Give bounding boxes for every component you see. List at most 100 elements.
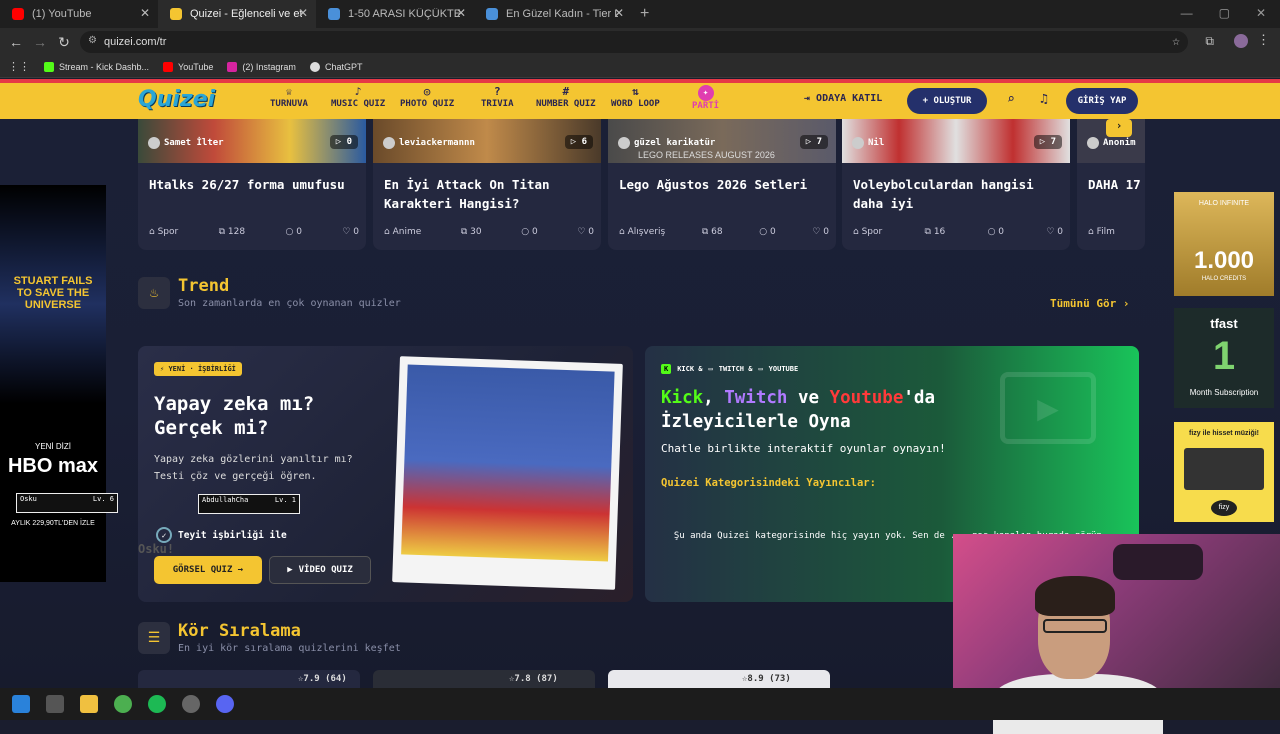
steam-icon[interactable]: [182, 695, 200, 713]
site-info-icon[interactable]: ⚙: [88, 35, 100, 47]
taskbar: [0, 688, 1280, 720]
close-tab-icon[interactable]: ✕: [456, 6, 466, 20]
rating: ☆7.9 (64): [298, 674, 347, 684]
nav-word-loop[interactable]: ⇅ WORD LOOP: [611, 85, 660, 109]
left-advertisement[interactable]: STUART FAILS TO SAVE THE UNIVERSE YENİ D…: [0, 185, 106, 582]
site-header: Quizei ♕ TURNUVA ♪ MUSIC QUIZ ◎ PHOTO QUIZ …: [0, 83, 1280, 119]
ai-card-description: Yapay zeka gözlerini yanıltır mı? Testi ç…: [154, 454, 353, 482]
create-button[interactable]: + OLUŞTUR: [907, 88, 987, 114]
profile-avatar[interactable]: [1234, 34, 1248, 48]
card-meta: ⌂ Spor ⧉ 128 ○ 0 ♡ 0: [149, 227, 359, 237]
category-tag: ⌂ Spor: [853, 227, 883, 237]
chatgpt-icon: [309, 61, 320, 72]
like-count: ♡ 0: [342, 227, 359, 237]
tab-quizei[interactable]: Quizei - Eğlenceli ve etkileşimli✕: [158, 0, 316, 28]
ranking-card[interactable]: ☆7.9 (64): [138, 670, 360, 688]
tab-youtube[interactable]: (1) YouTube ✕: [0, 0, 158, 28]
right-ad-tfast[interactable]: tfast 1 Month Subscription: [1174, 308, 1274, 408]
new-tab-button[interactable]: +: [640, 5, 649, 23]
tab-tier-list[interactable]: En Güzel Kadın - Tier List | Kör S✕: [474, 0, 632, 28]
url-input[interactable]: ⚙ quizei.com/tr: [80, 31, 1188, 53]
right-ad-halo[interactable]: HALO INFINITE 1.000 HALO CREDITS: [1174, 192, 1274, 296]
windows-start-icon[interactable]: [12, 695, 30, 713]
nav-number-quiz[interactable]: # NUMBER QUIZ: [536, 85, 596, 109]
play-count: ▷ 7: [1033, 135, 1062, 149]
tv-icon: ▶: [1000, 372, 1096, 444]
card-title: Htalks 26/27 forma umufusu: [149, 177, 345, 192]
quiz-card[interactable]: LEGO RELEASES AUGUST 2026 güzel karikatü…: [608, 119, 836, 250]
visual-quiz-button[interactable]: GÖRSEL QUIZ →: [154, 556, 262, 584]
quiz-card[interactable]: Nil ▷ 7 Voleybolculardan hangisi daha iy…: [842, 119, 1070, 250]
card-meta: ⌂ Alışveriş ⧉ 68 ○ 0 ♡ 0: [619, 227, 829, 237]
bookmark-kick[interactable]: Stream - Kick Dashb...: [44, 61, 149, 72]
search-icon[interactable]: ⌕: [1007, 92, 1015, 107]
site-icon: [328, 8, 340, 20]
card-author: Anonim: [1087, 137, 1136, 149]
reload-icon[interactable]: ↻: [52, 34, 76, 51]
comment-count: ○ 0: [285, 227, 302, 237]
play-icon: ▶: [287, 565, 293, 575]
close-tab-icon[interactable]: ✕: [140, 6, 150, 20]
login-button[interactable]: GİRİŞ YAP: [1066, 88, 1138, 114]
headphones: [1113, 544, 1203, 580]
task-view-icon[interactable]: [46, 695, 64, 713]
apps-grid-icon[interactable]: ⋮⋮: [8, 60, 30, 73]
card-author: leviackermannn: [383, 137, 475, 149]
card-author: güzel karikatür: [618, 137, 715, 149]
trend-section-header: ♨ Trend Son zamanlarda en çok oynanan qui…: [138, 276, 401, 309]
question-count: ⧉ 128: [218, 227, 246, 237]
back-icon[interactable]: ←: [4, 34, 28, 50]
avatar: [383, 137, 395, 149]
right-ad-fizy[interactable]: fizy ile hisset müziği! fizy: [1174, 422, 1274, 522]
card-title: DAHA 17: [1088, 177, 1141, 192]
avatar: [618, 137, 630, 149]
ai-quiz-card[interactable]: ⚡ YENİ · İŞBİRLİĞİ Yapay zeka mı? Gerçek …: [138, 346, 633, 602]
nav-photo-quiz[interactable]: ◎ PHOTO QUIZ: [400, 85, 454, 109]
menu-icon[interactable]: ⋮: [1257, 33, 1270, 48]
chrome-icon[interactable]: [114, 695, 132, 713]
close-window-icon[interactable]: ✕: [1256, 6, 1266, 20]
extensions-icon[interactable]: ⧉: [1205, 34, 1214, 49]
maximize-icon[interactable]: ▢: [1219, 6, 1230, 20]
youtube-icon: ▭: [758, 365, 763, 373]
close-tab-icon[interactable]: ✕: [298, 6, 308, 20]
video-quiz-button[interactable]: ▶ VİDEO QUIZ: [269, 556, 371, 584]
spotify-icon[interactable]: [148, 695, 166, 713]
nav-parti[interactable]: ✦ PARTİ: [692, 85, 719, 111]
bookmark-chatgpt[interactable]: ChatGPT: [309, 61, 362, 72]
card-title: Voleybolculardan hangisi daha iyi: [853, 177, 1034, 211]
minimize-icon[interactable]: —: [1181, 6, 1193, 20]
nav-trivia[interactable]: ? TRIVIA: [481, 85, 514, 109]
file-explorer-icon[interactable]: [80, 695, 98, 713]
join-room-button[interactable]: ⇥ ODAYA KATIL: [804, 93, 882, 104]
bookmark-star-icon[interactable]: ☆: [1172, 34, 1180, 49]
device-image: [1184, 448, 1264, 490]
category-tag: ⌂ Film: [1088, 227, 1115, 237]
question-count: ⧉ 16: [924, 227, 946, 237]
nav-music-quiz[interactable]: ♪ MUSIC QUIZ: [331, 85, 385, 109]
avatar: [148, 137, 160, 149]
card-meta: ⌂ Spor ⧉ 16 ○ 0 ♡ 0: [853, 227, 1063, 237]
kick-icon: K: [661, 364, 672, 374]
ranking-card[interactable]: ☆8.9 (73): [608, 670, 830, 688]
like-count: ♡ 0: [577, 227, 594, 237]
site-icon: [486, 8, 498, 20]
instagram-icon: [227, 61, 238, 72]
discord-icon[interactable]: [216, 695, 234, 713]
forward-icon[interactable]: →: [28, 34, 52, 50]
bookmark-youtube[interactable]: YouTube: [163, 61, 213, 72]
close-tab-icon[interactable]: ✕: [614, 6, 624, 20]
see-all-link[interactable]: Tümünü Gör ›: [1050, 297, 1129, 310]
quiz-card[interactable]: leviackermannn ▷ 6 En İyi Attack On Tita…: [373, 119, 601, 250]
quizei-logo[interactable]: Quizei: [138, 87, 215, 112]
nav-turnuva[interactable]: ♕ TURNUVA: [270, 85, 308, 109]
quiz-card[interactable]: Anonim DAHA 17 ⌂ Film: [1077, 119, 1145, 250]
bell-icon[interactable]: ♫: [1040, 92, 1048, 107]
window-controls: — ▢ ✕: [1167, 0, 1280, 26]
carousel-next-button[interactable]: ›: [1106, 119, 1132, 137]
bookmark-instagram[interactable]: (2) Instagram: [227, 61, 296, 72]
sort-icon: ⇅: [632, 85, 639, 98]
tab-quiz-list[interactable]: 1-50 ARASI KÜÇÜKTEN BÜYÜĞ✕: [316, 0, 474, 28]
ranking-card[interactable]: ☆7.8 (87): [373, 670, 595, 688]
quiz-card[interactable]: Samet İlter ▷ 0 Htalks 26/27 forma umufu…: [138, 119, 366, 250]
